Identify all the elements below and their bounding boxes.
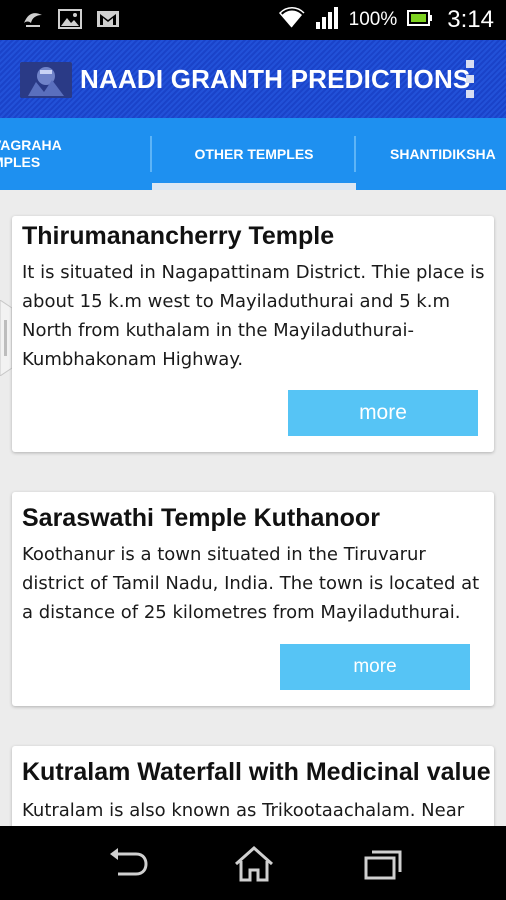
card-title: Saraswathi Temple Kuthanoor — [22, 504, 380, 532]
tab-other-temples[interactable]: OTHER TEMPLES — [152, 118, 356, 190]
gallery-icon — [58, 8, 82, 34]
wifi-icon — [278, 7, 305, 33]
tab-navagraha-temples[interactable]: VAGRAHA MPLES — [0, 118, 144, 190]
notification-bird-icon — [22, 9, 44, 33]
battery-icon — [407, 9, 433, 31]
status-bar: 100% 3:14 — [0, 0, 506, 40]
card-title: Kutralam Waterfall with Medicinal value — [22, 758, 491, 786]
tab-label-line2: MPLES — [0, 154, 41, 170]
app-logo[interactable] — [20, 62, 72, 98]
temple-card: Saraswathi Temple Kuthanoor Koothanur is… — [12, 492, 494, 706]
tab-shantidiksha[interactable]: SHANTIDIKSHA — [390, 118, 506, 190]
tab-divider — [354, 136, 356, 172]
action-bar: NAADI GRANTH PREDICTIONS — [0, 40, 506, 118]
navigation-bar — [0, 826, 506, 900]
card-description: Kutralam is also known as Trikootaachala… — [22, 800, 465, 821]
tab-label: SHANTIDIKSHA — [390, 146, 496, 162]
temple-card: Thirumanancherry Temple It is situated i… — [12, 216, 494, 452]
card-description: It is situated in Nagapattinam District.… — [22, 262, 485, 370]
recent-apps-icon[interactable] — [360, 844, 404, 884]
tab-bar: VAGRAHA MPLES OTHER TEMPLES SHANTIDIKSHA — [0, 118, 506, 190]
home-icon[interactable] — [232, 844, 276, 884]
card-description: Koothanur is a town situated in the Tiru… — [22, 544, 480, 623]
card-title: Thirumanancherry Temple — [22, 222, 335, 250]
battery-percent: 100% — [348, 9, 398, 30]
app-title: NAADI GRANTH PREDICTIONS — [80, 64, 471, 94]
status-clock: 3:14 — [447, 6, 494, 33]
gmail-icon — [96, 9, 120, 33]
back-icon[interactable] — [106, 844, 150, 884]
more-button[interactable]: more — [280, 644, 470, 690]
tab-selected-indicator — [152, 183, 356, 190]
overflow-menu-icon[interactable] — [460, 60, 480, 98]
signal-icon — [315, 6, 339, 34]
tab-label-line1: VAGRAHA — [0, 137, 62, 153]
more-button[interactable]: more — [288, 390, 478, 436]
tab-label: OTHER TEMPLES — [194, 146, 314, 162]
